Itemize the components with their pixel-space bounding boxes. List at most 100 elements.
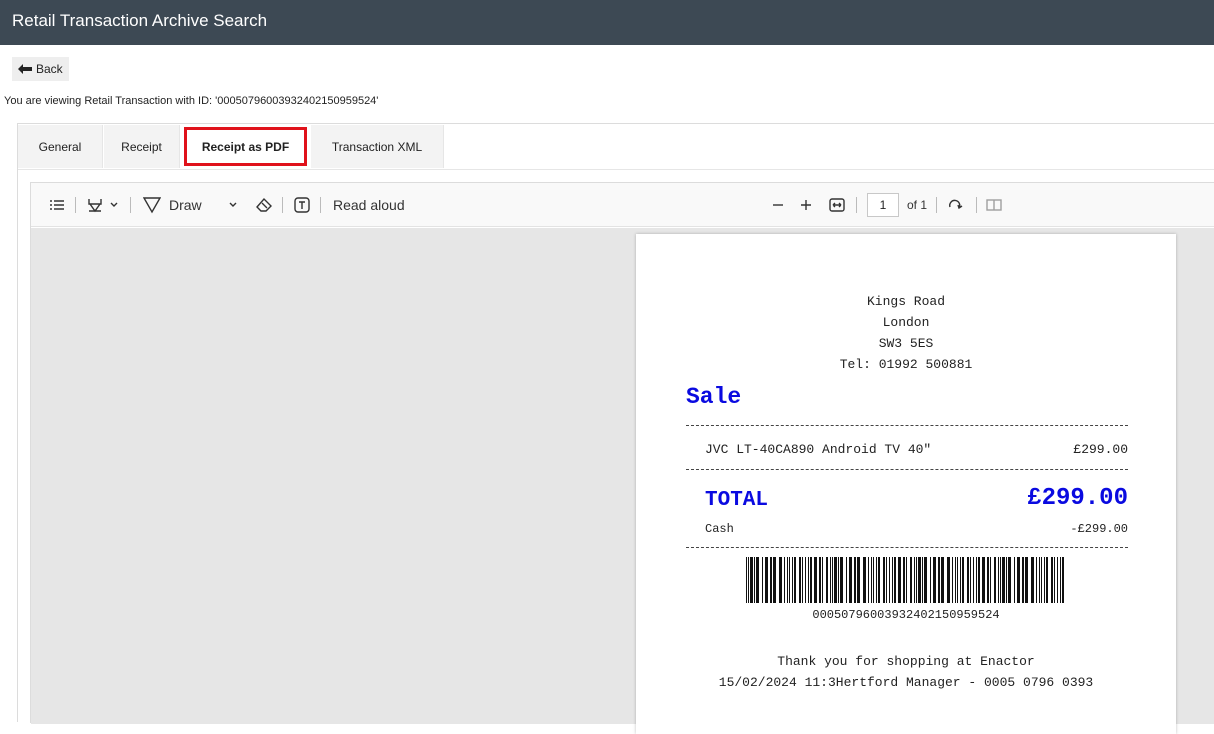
- barcode-bar: [787, 557, 788, 603]
- read-aloud-button[interactable]: Read aloud: [333, 195, 405, 215]
- receipt-thanks: Thank you for shopping at Enactor: [777, 654, 1035, 669]
- barcode-bar: [876, 557, 877, 603]
- barcode-bar: [756, 557, 759, 603]
- barcode-bar: [748, 557, 749, 603]
- barcode-bar: [1025, 557, 1028, 603]
- barcode-bar: [910, 557, 912, 603]
- barcode-bar: [826, 557, 828, 603]
- barcode-bar: [789, 557, 790, 603]
- rotate-button[interactable]: [946, 195, 964, 215]
- barcode-bar: [955, 557, 956, 603]
- draw-label: Draw: [169, 197, 202, 213]
- barcode-bar: [1041, 557, 1042, 603]
- draw-button[interactable]: Draw: [143, 195, 202, 215]
- back-button-label: Back: [36, 62, 63, 76]
- read-aloud-label: Read aloud: [333, 197, 405, 213]
- barcode-bar: [808, 557, 809, 603]
- draw-dropdown[interactable]: [228, 195, 238, 215]
- receipt-footer: 15/02/2024 11:3Hertford Manager - 0005 0…: [718, 675, 1094, 690]
- barcode-bar: [873, 557, 874, 603]
- chevron-down-icon: [229, 202, 237, 207]
- fit-width-icon: [829, 198, 845, 212]
- page-number-input[interactable]: [867, 193, 899, 217]
- page-view-button[interactable]: [986, 195, 1002, 215]
- barcode-bar: [1054, 557, 1055, 603]
- toolbar-separator: [320, 197, 321, 213]
- barcode-bar: [1036, 557, 1037, 603]
- barcode-bar: [990, 557, 991, 603]
- arrow-left-icon: [18, 64, 32, 74]
- barcode-bar: [830, 557, 831, 603]
- draw-icon: [143, 197, 161, 214]
- minus-icon: [773, 204, 783, 206]
- receipt-divider: [686, 469, 1128, 470]
- toolbar-separator: [282, 197, 283, 213]
- barcode-bar: [810, 557, 812, 603]
- barcode-bar: [779, 557, 782, 603]
- barcode-bar: [765, 557, 768, 603]
- eraser-icon: [256, 197, 272, 212]
- barcode-bar: [762, 557, 763, 603]
- barcode-bar: [930, 557, 931, 603]
- tab-panel: General Receipt Receipt as PDF Transacti…: [17, 123, 1214, 734]
- receipt-barcode-number: 000507960039324021509595​24: [812, 608, 1000, 622]
- fit-width-button[interactable]: [828, 195, 846, 215]
- text-button[interactable]: [293, 195, 311, 215]
- barcode-bar: [832, 557, 833, 603]
- barcode-bar: [922, 557, 923, 603]
- barcode-bar: [976, 557, 977, 603]
- barcode-bar: [889, 557, 890, 603]
- plus-icon: [801, 200, 811, 210]
- barcode-bar: [878, 557, 880, 603]
- toolbar-separator: [936, 197, 937, 213]
- tab-transaction-xml[interactable]: Transaction XML: [311, 125, 444, 168]
- receipt-address-line: Kings Road: [866, 294, 945, 309]
- receipt-heading: Sale: [686, 384, 742, 410]
- barcode-bar: [916, 557, 917, 603]
- barcode-bar: [994, 557, 996, 603]
- barcode-bar: [998, 557, 999, 603]
- receipt-divider: [686, 547, 1128, 548]
- receipt-total-label: TOTAL: [705, 489, 769, 512]
- receipt-phone: Tel: 01992 500881: [839, 357, 973, 372]
- highlight-dropdown[interactable]: [109, 195, 119, 215]
- list-icon: [50, 200, 64, 210]
- zoom-in-button[interactable]: [799, 195, 813, 215]
- barcode-bar: [784, 557, 785, 603]
- toolbar-separator: [130, 197, 131, 213]
- barcode-bar: [960, 557, 961, 603]
- back-button[interactable]: Back: [12, 57, 69, 81]
- barcode-bar: [962, 557, 964, 603]
- barcode-bar: [886, 557, 887, 603]
- contents-button[interactable]: [49, 195, 65, 215]
- barcode-bar: [1057, 557, 1058, 603]
- tab-receipt[interactable]: Receipt: [104, 125, 180, 168]
- barcode-bar: [802, 557, 803, 603]
- app-title-bar: Retail Transaction Archive Search: [0, 0, 1214, 45]
- transaction-id-text: You are viewing Retail Transaction with …: [4, 95, 379, 107]
- receipt-address-line: London: [882, 315, 930, 330]
- two-page-icon: [986, 199, 1002, 211]
- barcode-bar: [1017, 557, 1020, 603]
- pdf-canvas[interactable]: Kings Road London SW3 5ES Tel: 01992 500…: [31, 228, 1214, 734]
- highlight-button[interactable]: [87, 195, 103, 215]
- toolbar-separator: [856, 197, 857, 213]
- barcode-bar: [914, 557, 915, 603]
- tab-general[interactable]: General: [18, 125, 103, 168]
- barcode-bar: [857, 557, 860, 603]
- receipt-barcode: [746, 557, 1064, 603]
- barcode-bar: [834, 557, 837, 603]
- barcode-bar: [970, 557, 971, 603]
- erase-button[interactable]: [255, 195, 273, 215]
- barcode-bar: [941, 557, 944, 603]
- barcode-bar: [892, 557, 893, 603]
- barcode-bar: [792, 557, 793, 603]
- barcode-bar: [1014, 557, 1015, 603]
- barcode-bar: [952, 557, 953, 603]
- tab-receipt-as-pdf[interactable]: Receipt as PDF: [184, 127, 307, 166]
- barcode-bar: [814, 557, 817, 603]
- barcode-bar: [863, 557, 866, 603]
- zoom-out-button[interactable]: [771, 195, 785, 215]
- barcode-bar: [819, 557, 821, 603]
- rotate-icon: [949, 199, 963, 210]
